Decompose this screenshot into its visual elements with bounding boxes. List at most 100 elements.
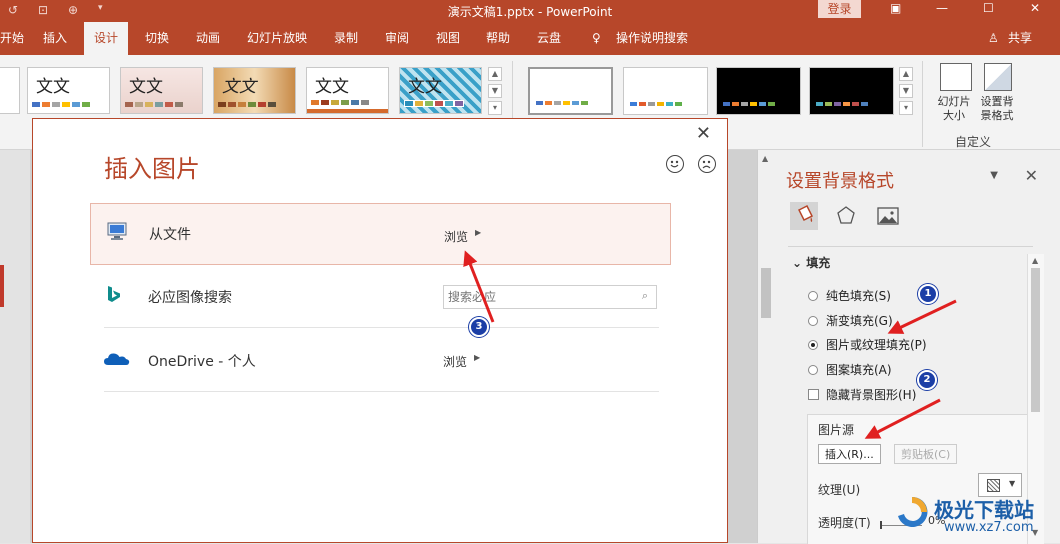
from-file-label: 从文件	[149, 227, 191, 243]
tab-transitions[interactable]: 切换	[145, 22, 169, 55]
variant-colors	[816, 102, 868, 106]
theme-colors	[311, 100, 369, 105]
variant-scroll-down[interactable]: ▼	[899, 84, 913, 98]
theme-thumb-2[interactable]: 文文	[120, 67, 203, 114]
tab-view[interactable]: 视图	[436, 22, 460, 55]
format-background-icon[interactable]	[984, 63, 1012, 91]
solid-fill-option[interactable]: 纯色填充(S)	[808, 287, 891, 304]
pane-title: 设置背景格式	[786, 171, 894, 192]
slide-thumbnail-pane[interactable]	[0, 150, 30, 543]
variant-thumb-3[interactable]	[716, 67, 801, 115]
insert-picture-button[interactable]: 插入(R)...	[818, 444, 881, 464]
format-background-button[interactable]: 设置背景格式	[976, 95, 1018, 123]
scroll-up-arrow[interactable]: ▲	[762, 154, 768, 163]
variant-thumb-4[interactable]	[809, 67, 894, 115]
ribbon-display-icon[interactable]: ▣	[890, 1, 901, 15]
tab-design[interactable]: 设计	[84, 22, 129, 55]
theme-text: 文文	[36, 77, 70, 97]
variant-gallery-more[interactable]: ▾	[899, 101, 913, 115]
pattern-fill-option[interactable]: 图案填充(A)	[808, 361, 892, 378]
fill-bucket-icon[interactable]	[790, 202, 818, 230]
watermark-url: www.xz7.com	[944, 520, 1034, 535]
watermark-title: 极光下载站	[934, 498, 1034, 522]
radio-button[interactable]	[808, 365, 818, 375]
bing-search-input[interactable]	[444, 286, 622, 308]
selected-slide-indicator	[0, 265, 4, 307]
texture-label: 纹理(U)	[818, 483, 861, 497]
editor-scrollbar[interactable]: ▲	[757, 150, 775, 543]
theme-colors	[404, 100, 464, 107]
radio-button[interactable]	[808, 291, 818, 301]
variant-scroll-up[interactable]: ▲	[899, 67, 913, 81]
scroll-thumb[interactable]	[1031, 268, 1040, 412]
texture-swatch-icon	[987, 479, 1000, 492]
theme-accent-bar	[307, 109, 388, 113]
collapse-chevron-icon[interactable]: ⌄	[792, 256, 802, 270]
from-file-browse-link[interactable]: 浏览	[444, 228, 468, 245]
radio-button-selected[interactable]	[808, 340, 818, 350]
tab-insert[interactable]: 插入	[43, 22, 67, 55]
share-button[interactable]: 共享	[1008, 22, 1032, 55]
clipboard-button[interactable]: 剪贴板(C)	[894, 444, 958, 464]
chevron-right-icon: ▶	[474, 353, 481, 362]
tab-slideshow[interactable]: 幻灯片放映	[247, 22, 307, 55]
variant-thumb-2[interactable]	[623, 67, 708, 115]
minimize-button[interactable]: —	[936, 1, 948, 15]
pattern-fill-label: 图案填充(A)	[826, 363, 892, 377]
window-close-button[interactable]: ✕	[1030, 1, 1040, 15]
picture-icon[interactable]	[874, 202, 902, 230]
step-badge-3: 3	[469, 317, 489, 337]
bing-search-field[interactable]: ⌕	[443, 285, 657, 309]
dialog-close-button[interactable]: ✕	[696, 123, 711, 144]
onedrive-browse-link[interactable]: 浏览	[443, 353, 467, 370]
variant-thumb-1[interactable]	[528, 67, 613, 115]
pane-options-dropdown-icon[interactable]: ▼	[990, 170, 998, 181]
tab-help[interactable]: 帮助	[486, 22, 510, 55]
scroll-thumb[interactable]	[761, 268, 771, 318]
onedrive-label: OneDrive - 个人	[148, 354, 256, 370]
picture-texture-fill-option[interactable]: 图片或纹理填充(P)	[808, 336, 927, 353]
tell-me-search[interactable]: 操作说明搜索	[616, 22, 688, 55]
tab-review[interactable]: 审阅	[385, 22, 409, 55]
pane-close-button[interactable]: ✕	[1025, 166, 1038, 185]
theme-thumb-office[interactable]	[0, 67, 20, 114]
user-icon: ♙	[988, 31, 999, 45]
search-icon[interactable]: ⌕	[642, 289, 648, 303]
row-divider	[104, 327, 659, 328]
theme-thumb-1[interactable]: 文文	[27, 67, 110, 114]
login-button[interactable]: 登录	[818, 0, 861, 18]
hide-bg-graphics-option[interactable]: 隐藏背景图形(H)	[808, 386, 916, 403]
radio-button[interactable]	[808, 316, 818, 326]
tab-home[interactable]: 开始	[0, 22, 24, 55]
theme-colors	[218, 102, 276, 107]
gradient-fill-option[interactable]: 渐变填充(G)	[808, 312, 893, 329]
from-file-row[interactable]: 从文件 浏览 ▶	[90, 203, 671, 265]
smile-feedback-icon[interactable]	[666, 155, 684, 173]
fill-header-label: 填充	[806, 256, 831, 270]
checkbox[interactable]	[808, 389, 819, 400]
theme-scroll-down[interactable]: ▼	[488, 84, 502, 98]
theme-thumb-5[interactable]: 文文	[399, 67, 482, 114]
scroll-up-arrow[interactable]: ▲	[1032, 256, 1038, 265]
lightbulb-icon: ♀	[592, 31, 601, 45]
title-bar: ↺ ⊡ ⊕ ▾ 演示文稿1.pptx - PowerPoint 登录 ▣ — ☐…	[0, 0, 1060, 22]
fill-section-header[interactable]: ⌄ 填充	[792, 254, 830, 271]
tab-record[interactable]: 录制	[334, 22, 358, 55]
effects-pentagon-icon[interactable]	[832, 202, 860, 230]
bing-search-label: 必应图像搜索	[148, 290, 232, 306]
slide-size-icon[interactable]	[940, 63, 972, 91]
tab-cloud[interactable]: 云盘	[537, 22, 561, 55]
theme-thumb-4[interactable]: 文文	[306, 67, 389, 114]
slide-size-button[interactable]: 幻灯片大小	[934, 95, 974, 123]
restore-button[interactable]: ☐	[983, 1, 994, 15]
theme-scroll-up[interactable]: ▲	[488, 67, 502, 81]
theme-thumb-3[interactable]: 文文	[213, 67, 296, 114]
tab-animations[interactable]: 动画	[196, 22, 220, 55]
theme-colors	[32, 102, 90, 107]
frown-feedback-icon[interactable]	[698, 155, 716, 173]
menu-bar: 开始 插入 设计 切换 动画 幻灯片放映 录制 审阅 视图 帮助 云盘 ♀ 操作…	[0, 22, 1060, 55]
dialog-title: 插入图片	[104, 155, 200, 183]
variant-colors	[536, 101, 588, 105]
theme-gallery-more[interactable]: ▾	[488, 101, 502, 115]
computer-icon	[105, 222, 127, 240]
